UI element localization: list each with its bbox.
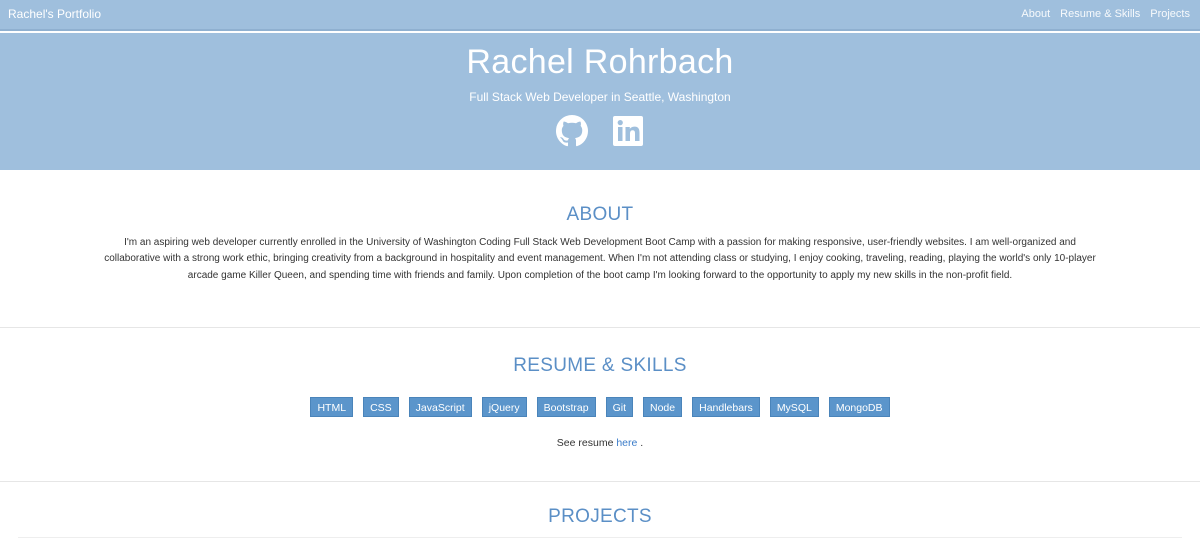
resume-link[interactable]: here [616, 437, 637, 449]
skills-heading: RESUME & SKILLS [513, 355, 687, 376]
skill-badge: Bootstrap [536, 397, 596, 417]
skills-section: RESUME & SKILLS HTML CSS JavaScript jQue… [0, 355, 1200, 482]
github-link[interactable] [556, 115, 588, 147]
skill-badge: MongoDB [828, 397, 890, 417]
navbar: Rachel's Portfolio About Resume & Skills… [0, 0, 1200, 31]
hero-name: Rachel Rohrbach [466, 43, 734, 81]
skill-badge: JavaScript [408, 397, 472, 417]
about-heading: ABOUT [566, 204, 634, 225]
projects-heading: PROJECTS [548, 506, 652, 527]
skill-list: HTML CSS JavaScript jQuery Bootstrap Git… [0, 397, 1200, 417]
skill-badge: HTML [310, 397, 354, 417]
nav-link-resume-skills[interactable]: Resume & Skills [1060, 8, 1140, 20]
nav-links: About Resume & Skills Projects [1021, 8, 1200, 20]
brand-link[interactable]: Rachel's Portfolio [8, 7, 101, 21]
projects-section: PROJECTS [0, 506, 1200, 540]
nav-link-about[interactable]: About [1021, 8, 1050, 20]
resume-line: See resume here . [0, 437, 1200, 449]
skill-badge: Node [643, 397, 683, 417]
resume-prefix: See resume [556, 437, 614, 449]
linkedin-link[interactable] [612, 115, 644, 147]
skill-badge: Git [605, 397, 633, 417]
hero-subtitle: Full Stack Web Developer in Seattle, Was… [469, 90, 731, 104]
social-links [0, 115, 1200, 147]
github-icon [556, 115, 588, 147]
hero-header: Rachel Rohrbach Full Stack Web Developer… [0, 33, 1200, 170]
skill-badge: jQuery [481, 397, 527, 417]
skill-badge: MySQL [769, 397, 819, 417]
resume-suffix: . [640, 437, 644, 449]
skill-badge: Handlebars [692, 397, 760, 417]
nav-link-projects[interactable]: Projects [1150, 8, 1190, 20]
about-section: ABOUT I'm an aspiring web developer curr… [0, 204, 1200, 328]
projects-divider [18, 537, 1182, 538]
skill-badge: CSS [363, 397, 399, 417]
linkedin-icon [613, 116, 643, 146]
about-paragraph: I'm an aspiring web developer currently … [104, 237, 1096, 281]
